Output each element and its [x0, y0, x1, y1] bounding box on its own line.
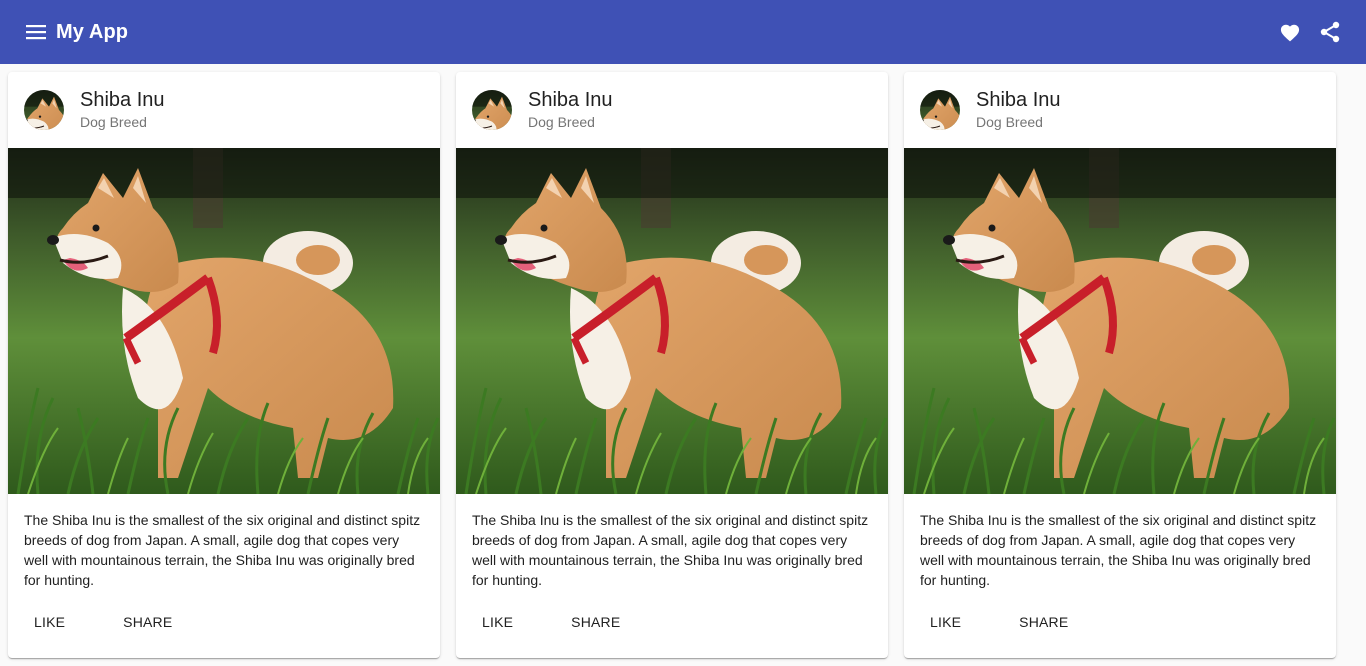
card-title: Shiba Inu — [80, 89, 165, 111]
card-title: Shiba Inu — [528, 89, 613, 111]
share-button[interactable]: SHARE — [105, 604, 190, 640]
like-button[interactable]: LIKE — [912, 604, 979, 640]
share-button[interactable]: SHARE — [553, 604, 638, 640]
like-button[interactable]: LIKE — [16, 604, 83, 640]
app-title: My App — [56, 20, 129, 43]
like-button[interactable]: LIKE — [464, 604, 531, 640]
card-actions: LIKE SHARE — [8, 602, 440, 642]
dog-card: Shiba Inu Dog Breed The Shiba Inu is the… — [904, 72, 1336, 658]
share-icon[interactable] — [1310, 12, 1350, 52]
avatar — [920, 90, 960, 130]
card-header: Shiba Inu Dog Breed — [8, 72, 440, 148]
card-subtitle: Dog Breed — [80, 114, 147, 130]
shiba-inu-photo — [8, 148, 440, 494]
card-subtitle: Dog Breed — [528, 114, 595, 130]
shiba-inu-photo — [456, 148, 888, 494]
card-actions: LIKE SHARE — [456, 602, 888, 642]
heart-icon[interactable] — [1270, 12, 1310, 52]
menu-icon[interactable] — [24, 20, 48, 44]
shiba-inu-photo — [904, 148, 1336, 494]
top-app-bar: My App — [0, 0, 1366, 64]
card-title: Shiba Inu — [976, 89, 1061, 111]
card-header: Shiba Inu Dog Breed — [456, 72, 888, 148]
avatar — [24, 90, 64, 130]
card-description: The Shiba Inu is the smallest of the six… — [920, 512, 1317, 588]
card-subtitle: Dog Breed — [976, 114, 1043, 130]
avatar — [472, 90, 512, 130]
card-description: The Shiba Inu is the smallest of the six… — [472, 512, 869, 588]
share-button[interactable]: SHARE — [1001, 604, 1086, 640]
dog-card: Shiba Inu Dog Breed The Shiba Inu is the… — [8, 72, 440, 658]
dog-card: Shiba Inu Dog Breed The Shiba Inu is the… — [456, 72, 888, 658]
card-header: Shiba Inu Dog Breed — [904, 72, 1336, 148]
card-actions: LIKE SHARE — [904, 602, 1336, 642]
card-description: The Shiba Inu is the smallest of the six… — [24, 512, 421, 588]
